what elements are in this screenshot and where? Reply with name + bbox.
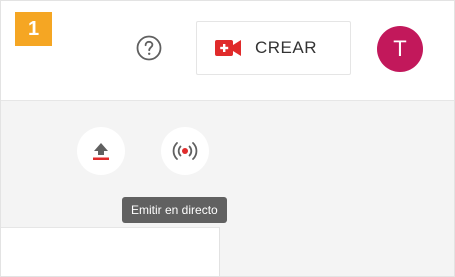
go-live-button[interactable] xyxy=(161,127,209,175)
content-card xyxy=(1,227,220,276)
create-button-label: CREAR xyxy=(255,38,318,57)
avatar-initial: T xyxy=(393,36,407,61)
upload-button[interactable] xyxy=(77,127,125,175)
top-bar: CREAR T xyxy=(1,1,454,101)
step-number: 1 xyxy=(27,17,40,40)
upload-icon xyxy=(93,143,109,160)
go-live-tooltip: Emitir en directo xyxy=(122,197,227,223)
create-button[interactable]: CREAR xyxy=(196,21,351,75)
avatar[interactable]: T xyxy=(377,26,423,72)
step-number-badge: 1 xyxy=(15,12,52,46)
video-camera-icon xyxy=(215,40,241,56)
content-area: Emitir en directo xyxy=(1,101,454,276)
live-broadcast-icon xyxy=(172,142,198,160)
screenshot-frame: CREAR T 1 Emitir en directo xyxy=(0,0,455,277)
help-circle-icon[interactable] xyxy=(135,34,163,62)
